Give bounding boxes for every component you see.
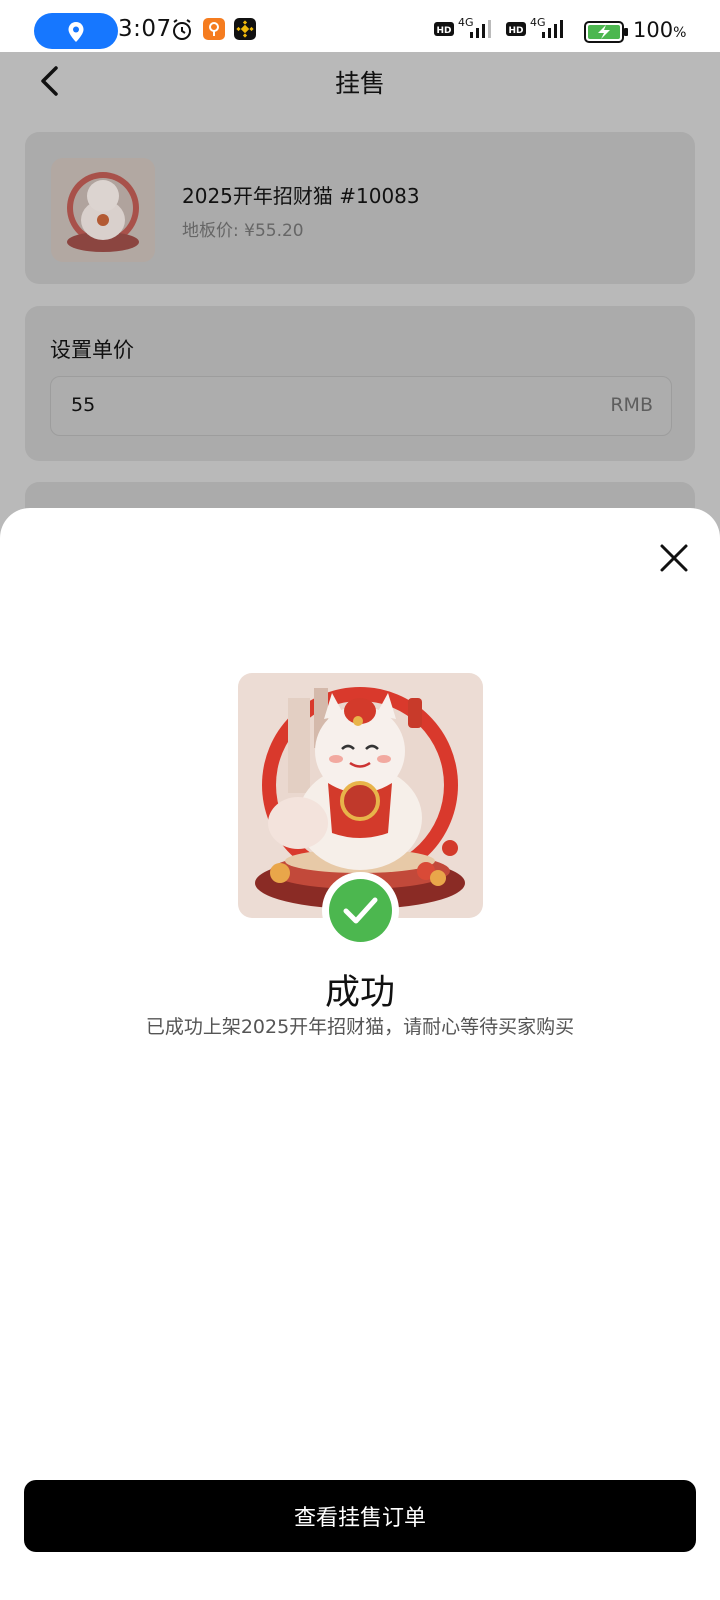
price-value: 55: [71, 394, 96, 416]
price-card: 设置单价 55 RMB: [25, 306, 695, 461]
success-badge: [322, 872, 399, 949]
signal-icon: [470, 20, 491, 38]
close-icon[interactable]: [652, 536, 696, 580]
price-input[interactable]: 55 RMB: [50, 376, 672, 436]
product-card: 2025开年招财猫 #10083 地板价: ¥55.20: [25, 132, 695, 284]
product-name: 2025开年招财猫 #10083: [182, 184, 420, 208]
page-header: 挂售: [0, 52, 720, 112]
battery-unit: %: [673, 25, 687, 41]
app-notification-icon: [203, 18, 225, 40]
status-bar: 3:07 HD 4G HD 4G 100%: [0, 0, 720, 52]
alarm-icon: [173, 19, 191, 40]
success-description: 已成功上架2025开年招财猫，请耐心等待买家购买: [145, 1016, 575, 1038]
battery-charging-icon: [584, 21, 628, 43]
hd-badge-icon: HD: [434, 22, 454, 36]
success-title: 成功: [324, 973, 395, 1013]
success-sheet: 成功 已成功上架2025开年招财猫，请耐心等待买家购买: [0, 508, 720, 1600]
location-pill[interactable]: [34, 13, 118, 49]
check-icon: [343, 897, 378, 924]
binance-icon: [234, 18, 256, 40]
battery-text: 100%: [633, 18, 686, 42]
svg-text:HD: HD: [436, 26, 451, 36]
view-listing-orders-button[interactable]: 查看挂售订单: [24, 1480, 696, 1552]
product-thumbnail: [51, 158, 155, 262]
svg-text:HD: HD: [508, 26, 523, 36]
location-icon: [68, 22, 84, 42]
battery-percent: 100: [633, 18, 674, 42]
hd-badge-icon-2: HD: [506, 22, 526, 36]
floor-price: 地板价: ¥55.20: [182, 221, 304, 241]
page-title: 挂售: [334, 69, 385, 98]
price-label: 设置单价: [50, 338, 134, 362]
status-time: 3:07: [118, 16, 172, 42]
signal-icon-2: [542, 20, 563, 38]
price-unit: RMB: [610, 394, 653, 416]
